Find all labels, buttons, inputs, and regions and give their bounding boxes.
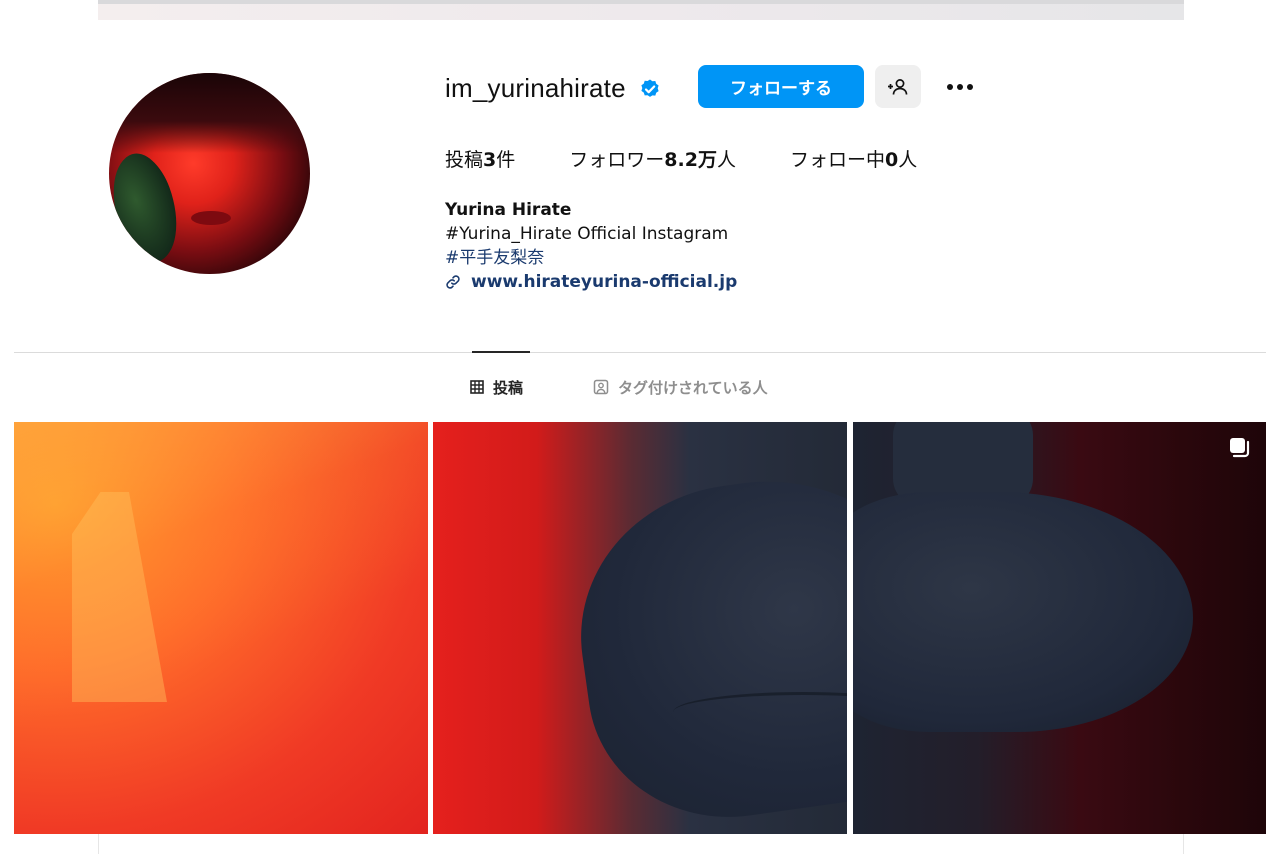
verified-badge-icon [638,76,662,100]
username: im_yurinahirate [445,72,626,103]
following-count[interactable]: フォロー中0人 [790,145,917,172]
suggest-user-button[interactable] [875,65,921,108]
website-link-text: www.hirateyurina-official.jp [471,272,738,292]
grid-icon [470,380,484,394]
website-link[interactable]: www.hirateyurina-official.jp [445,270,737,294]
username-row: im_yurinahirate [445,68,662,108]
avatar-leaf [109,146,193,270]
post-image-detail [853,492,1193,732]
follow-button[interactable]: フォローする [698,65,864,108]
avatar-lips [191,211,231,225]
bio-line: #Yurina_Hirate Official Instagram [445,224,729,244]
profile-bio: Yurina Hirate #Yurina_Hirate Official In… [445,198,737,294]
avatar[interactable] [109,73,310,274]
tab-posts-label: 投稿 [493,378,524,397]
top-edge-strip [98,0,1184,20]
post-thumbnail[interactable] [14,422,428,834]
post-image-detail [561,458,847,834]
dot-icon [947,84,953,90]
tab-posts[interactable]: 投稿 [470,377,523,398]
tab-tagged[interactable]: タグ付けされている人 [593,377,768,398]
tabs-divider [14,352,1266,353]
active-tab-indicator [472,351,530,353]
tab-tagged-label: タグ付けされている人 [618,378,768,397]
post-thumbnail[interactable] [853,422,1266,834]
display-name: Yurina Hirate [445,200,572,220]
tagged-icon [593,379,609,395]
profile-tabs: 投稿 タグ付けされている人 [470,374,838,400]
bottom-edge-strip [98,834,1184,854]
dot-icon [957,84,963,90]
followers-count[interactable]: フォロワー8.2万人 [569,145,736,172]
dot-icon [967,84,973,90]
link-icon [446,275,460,289]
more-options-button[interactable] [940,72,980,102]
avatar-hair [109,73,310,154]
profile-stats: 投稿3件 フォロワー8.2万人 フォロー中0人 [445,144,971,172]
post-thumbnail[interactable] [433,422,847,834]
posts-count[interactable]: 投稿3件 [445,145,515,172]
carousel-multi-icon [1230,438,1250,458]
add-user-icon [888,78,908,95]
post-image-detail [72,492,167,702]
bio-hashtag-link[interactable]: #平手友梨奈 [445,246,737,270]
